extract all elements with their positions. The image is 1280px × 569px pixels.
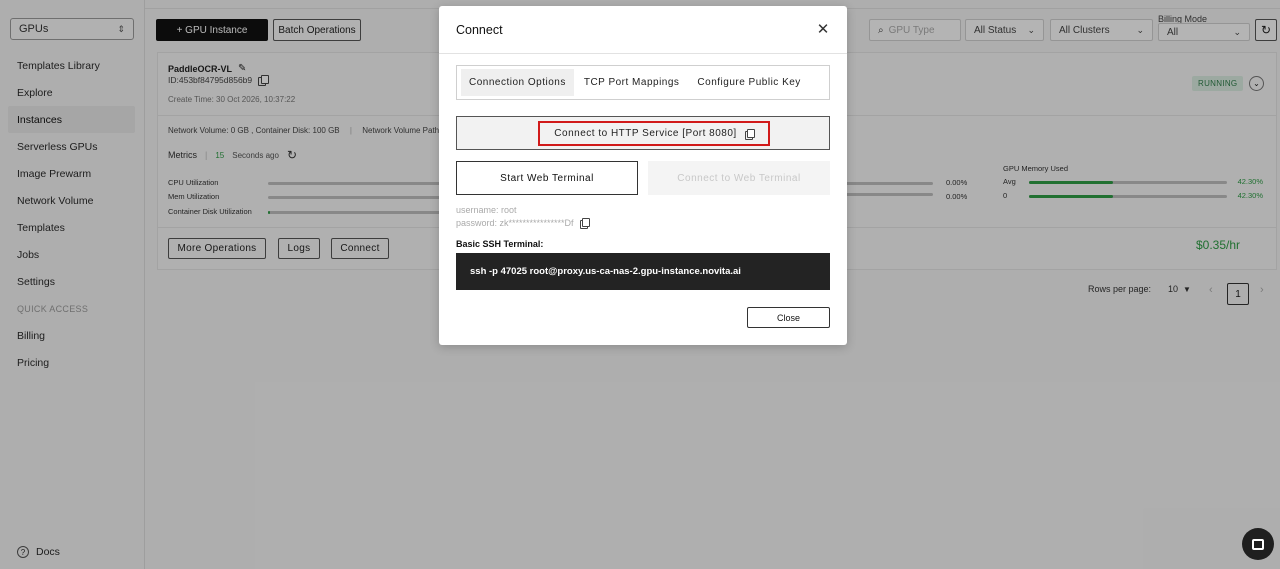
- dialog-divider: [439, 53, 847, 54]
- ssh-command[interactable]: ssh -p 47025 root@proxy.us-ca-nas-2.gpu-…: [456, 253, 830, 290]
- start-web-terminal-button[interactable]: Start Web Terminal: [456, 161, 638, 195]
- http-service-label: Connect to HTTP Service [Port 8080]: [554, 128, 737, 139]
- chat-icon: [1252, 538, 1264, 550]
- ssh-terminal-label: Basic SSH Terminal:: [456, 239, 544, 249]
- copy-icon[interactable]: [579, 218, 591, 229]
- tab-connection-options[interactable]: Connection Options: [461, 69, 574, 96]
- tab-configure-public-key[interactable]: Configure Public Key: [689, 69, 808, 96]
- password-text: password: zk****************Df: [456, 218, 574, 228]
- http-service-highlight[interactable]: Connect to HTTP Service [Port 8080]: [538, 121, 770, 146]
- connection-tabs: Connection Options TCP Port Mappings Con…: [456, 65, 830, 100]
- password-row: password: zk****************Df: [456, 218, 591, 229]
- close-button[interactable]: Close: [747, 307, 830, 328]
- username-text: username: root: [456, 205, 517, 215]
- connect-web-terminal-button[interactable]: Connect to Web Terminal: [648, 161, 830, 195]
- connect-dialog: Connect ✕ Connection Options TCP Port Ma…: [439, 6, 847, 345]
- dialog-title: Connect: [456, 23, 503, 37]
- copy-icon[interactable]: [744, 128, 756, 140]
- tab-tcp-port-mappings[interactable]: TCP Port Mappings: [576, 69, 688, 96]
- close-icon[interactable]: ✕: [816, 22, 830, 37]
- chat-launcher[interactable]: [1242, 528, 1274, 560]
- http-service-button[interactable]: Connect to HTTP Service [Port 8080]: [456, 116, 830, 150]
